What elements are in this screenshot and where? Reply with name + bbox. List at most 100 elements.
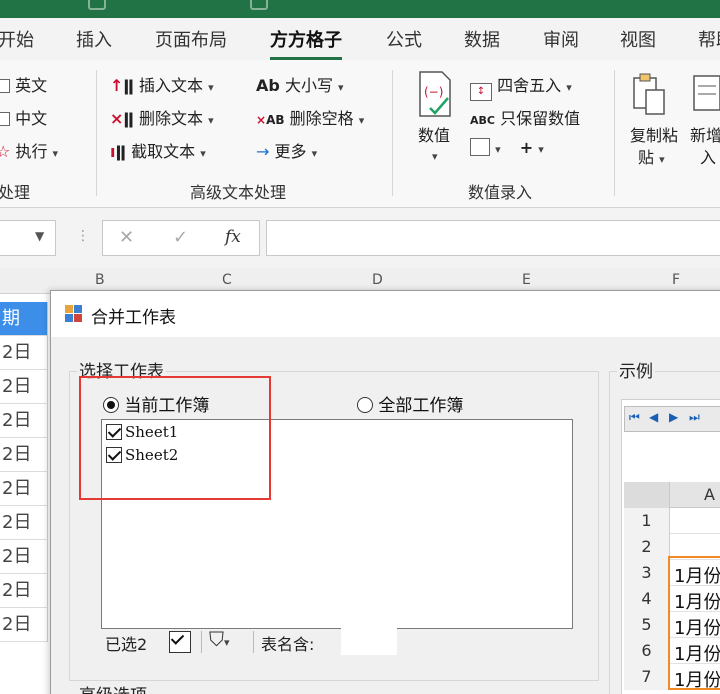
new-icon <box>693 75 720 111</box>
english-option[interactable]: 英文 <box>0 72 47 96</box>
chinese-option[interactable]: 中文 <box>0 105 47 129</box>
chevron-down-icon: ▾ <box>208 114 214 127</box>
round-button[interactable]: ↕ 四舍五入 ▾ <box>470 72 572 101</box>
quick-access-icon[interactable] <box>250 0 268 10</box>
formula-input[interactable] <box>266 220 720 256</box>
insert-text-bars: ǁ <box>123 76 134 95</box>
delete-text-button[interactable]: ×ǁ 删除文本 ▾ <box>110 105 214 129</box>
cancel-icon[interactable]: ✕ <box>119 227 134 248</box>
corner-cell <box>624 482 670 508</box>
number-icon: (−) <box>419 71 451 117</box>
more-button[interactable]: → 更多 ▾ <box>256 138 317 162</box>
confirm-icon[interactable]: ✓ <box>173 227 188 248</box>
remove-space-label: 删除空格 <box>289 109 354 128</box>
extract-text-bars: ǁ <box>115 142 127 161</box>
tab-home[interactable]: 开始 <box>0 26 34 52</box>
group-label-process: 处理 <box>0 183 31 202</box>
execute-button[interactable]: ☆ 执行 ▾ <box>0 138 58 162</box>
tab-fangfang[interactable]: 方方格子 <box>270 26 342 60</box>
abc-icon: ABC <box>470 114 495 127</box>
name-box[interactable]: ▼ <box>0 220 56 256</box>
dialog-title-bar: 合并工作表 <box>51 291 720 337</box>
column-header[interactable]: F <box>672 272 680 288</box>
separator <box>392 70 393 196</box>
tab-view[interactable]: 视图 <box>620 26 656 52</box>
more-label: 更多 <box>274 142 307 161</box>
insert-text-button[interactable]: ↑ǁ 插入文本 ▾ <box>110 72 214 96</box>
cell[interactable]: 2日 <box>0 336 48 370</box>
english-checkbox[interactable] <box>0 79 10 93</box>
case-icon: Ab <box>256 76 280 95</box>
tab-data[interactable]: 数据 <box>464 26 500 52</box>
keep-number-button[interactable]: ABC 只保留数值 <box>470 105 580 129</box>
copy-paste-label-2-text: 贴 <box>638 148 655 167</box>
chevron-down-icon[interactable]: ▼ <box>35 229 44 243</box>
cell[interactable]: 2日 <box>0 370 48 404</box>
row-number: 7 <box>624 664 670 690</box>
drag-handle-icon[interactable]: ⋮ <box>76 228 90 244</box>
svg-text:(−): (−) <box>424 85 443 99</box>
title-bar <box>0 0 720 18</box>
select-all-checkbox[interactable] <box>169 631 191 653</box>
cell[interactable]: 2日 <box>0 438 48 472</box>
edit-icon <box>470 138 490 156</box>
execute-label: 执行 <box>15 142 48 161</box>
nav-last-icon: ⏭ <box>689 410 700 424</box>
group-label-text: 高级文本处理 <box>190 183 287 202</box>
column-header[interactable]: B <box>95 272 105 288</box>
chevron-down-icon: ▾ <box>659 153 665 166</box>
chevron-down-icon: ▾ <box>311 147 318 160</box>
radio-all-workbooks[interactable]: 全部工作簿 <box>357 391 463 416</box>
formula-bar: ▼ ⋮ ✕ ✓ fx <box>0 208 720 268</box>
remove-space-button[interactable]: ×AB 删除空格 ▾ <box>256 105 364 129</box>
delete-text-label: 删除文本 <box>139 109 204 128</box>
column-header[interactable]: D <box>372 272 383 288</box>
radio-all-label: 全部工作簿 <box>378 396 464 416</box>
tab-insert[interactable]: 插入 <box>76 26 112 52</box>
column-header[interactable]: E <box>522 272 531 288</box>
delete-text-bars: ǁ <box>123 109 134 128</box>
highlight-box-orange <box>668 556 720 690</box>
tab-page-layout[interactable]: 页面布局 <box>155 26 227 52</box>
cell[interactable]: 期 <box>0 302 48 336</box>
cell[interactable]: 2日 <box>0 540 48 574</box>
new-button[interactable]: 新增 入 <box>690 72 720 172</box>
name-filter-input[interactable] <box>341 627 397 655</box>
cell[interactable]: 2日 <box>0 404 48 438</box>
new-label-2: 入 <box>700 148 717 167</box>
ribbon: 英文 中文 ☆ 执行 ▾ 处理 ↑ǁ 插入文本 ▾ ×ǁ 删除文本 ▾ ıǁ 截… <box>0 60 720 208</box>
save-icon[interactable] <box>88 0 106 10</box>
case-button[interactable]: Ab 大小写 ▾ <box>256 72 344 96</box>
fill-button[interactable]: ▾ + ▾ <box>470 138 544 157</box>
filter-icon[interactable]: ⛉▾ <box>209 627 230 651</box>
example-legend: 示例 <box>617 357 655 382</box>
insert-text-icon: ↑ <box>110 76 124 95</box>
cell[interactable]: 2日 <box>0 574 48 608</box>
chevron-down-icon: ▾ <box>224 636 230 649</box>
row-number: 5 <box>624 612 670 638</box>
copy-paste-button[interactable]: 复制粘 贴 ▾ <box>628 72 686 172</box>
number-big-button[interactable]: (−) 数值 ▾ <box>412 70 460 170</box>
separator <box>201 631 202 653</box>
chevron-down-icon: ▾ <box>495 143 501 156</box>
fx-icon[interactable]: fx <box>225 227 241 247</box>
execute-icon: ☆ <box>0 142 11 161</box>
radio-button[interactable] <box>357 397 373 413</box>
cell[interactable]: 2日 <box>0 506 48 540</box>
selected-count: 已选2 <box>105 635 148 654</box>
app-icon <box>65 305 83 323</box>
ribbon-tabs: 开始 插入 页面布局 方方格子 公式 数据 审阅 视图 帮助 <box>0 18 720 60</box>
tab-formulas[interactable]: 公式 <box>386 26 422 52</box>
column-header[interactable]: C <box>222 272 232 288</box>
extract-text-button[interactable]: ıǁ 截取文本 ▾ <box>110 138 206 162</box>
plus-icon[interactable]: + <box>520 138 533 157</box>
chinese-checkbox[interactable] <box>0 112 10 126</box>
chevron-down-icon: ▾ <box>432 150 438 163</box>
tab-help[interactable]: 帮助 <box>698 26 720 52</box>
round-label: 四舍五入 <box>497 76 562 95</box>
chevron-down-icon: ▾ <box>52 147 59 160</box>
copy-paste-label-2: 贴 ▾ <box>638 144 665 168</box>
tab-review[interactable]: 审阅 <box>543 26 579 52</box>
cell[interactable]: 2日 <box>0 608 48 642</box>
cell[interactable]: 2日 <box>0 472 48 506</box>
